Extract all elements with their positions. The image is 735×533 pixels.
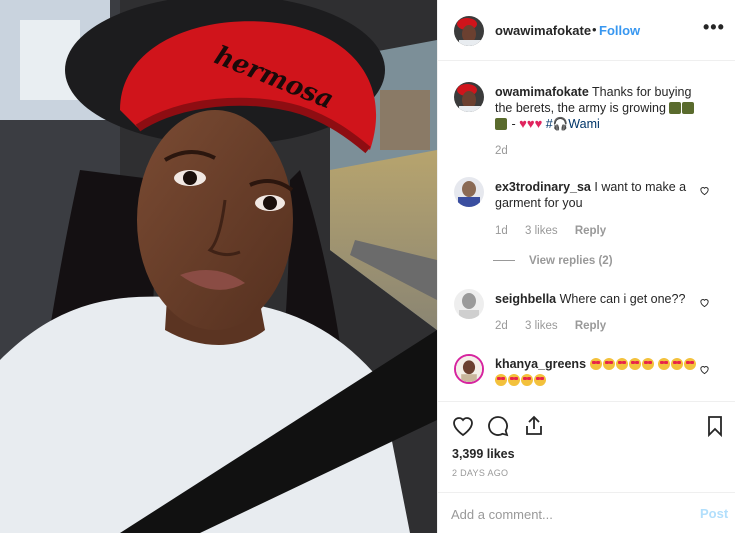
divider	[493, 260, 515, 262]
avatar-image	[456, 356, 482, 382]
post-panel: owawimafokate • Follow ••• owamimafokate…	[437, 0, 735, 533]
comment-meta: 2d 3 likes Reply	[495, 320, 620, 332]
red-heart-icon: ♥	[519, 116, 527, 131]
avatar-image	[454, 289, 484, 319]
caption-suffix: -	[511, 117, 516, 131]
reply-button[interactable]: Reply	[575, 225, 606, 237]
caption-time: 2d	[495, 145, 508, 157]
add-comment-bar: Post	[438, 492, 735, 533]
soldier-emoji-icon	[669, 102, 682, 114]
soldier-emoji-icon	[682, 102, 695, 114]
likes-count[interactable]: 3,399 likes	[452, 447, 515, 461]
share-icon[interactable]	[522, 414, 546, 438]
heart-eyes-emoji-icon	[615, 358, 628, 370]
avatar[interactable]	[454, 354, 484, 384]
heart-eyes-emoji-icon	[521, 374, 533, 386]
red-heart-icon: ♥	[534, 116, 543, 131]
add-comment-input[interactable]	[451, 504, 681, 524]
caption-meta: 2d	[495, 145, 522, 157]
like-comment-heart-icon[interactable]	[699, 297, 710, 308]
heart-eyes-emoji-icon	[534, 374, 546, 386]
reply-button[interactable]: Reply	[575, 320, 606, 332]
avatar-image	[454, 82, 484, 112]
separator-dot: •	[592, 22, 597, 37]
bookmark-icon[interactable]	[703, 414, 727, 438]
like-comment-heart-icon[interactable]	[699, 185, 710, 196]
comment-username[interactable]: seighbella	[495, 292, 556, 306]
comment-username[interactable]: ex3trodinary_sa	[495, 180, 591, 194]
caption-text: owamimafokate Thanks for buying the bere…	[495, 84, 700, 132]
caption-username[interactable]: owamimafokate	[495, 85, 589, 99]
red-heart-icon: ♥	[526, 116, 535, 131]
avatar-image	[454, 16, 484, 46]
heart-eyes-emoji-icon	[684, 358, 696, 370]
post-photo[interactable]: hermosa	[0, 0, 437, 533]
follow-button[interactable]: Follow	[599, 23, 640, 38]
heart-icon[interactable]	[451, 414, 475, 438]
comment-time: 1d	[495, 225, 508, 237]
comment-text: khanya_greens	[495, 356, 700, 388]
avatar[interactable]	[454, 82, 484, 112]
post-timestamp: 2 DAYS AGO	[452, 468, 509, 478]
post-comment-button[interactable]: Post	[700, 506, 728, 521]
heart-eyes-emoji-icon	[628, 358, 641, 370]
heart-eyes-emoji-icon	[671, 358, 683, 370]
comment-text: ex3trodinary_sa I want to make a garment…	[495, 179, 700, 211]
avatar[interactable]	[454, 289, 484, 319]
heart-eyes-emoji-icon	[658, 358, 670, 370]
hashtag-link[interactable]: #🎧Wami	[546, 117, 600, 131]
like-comment-heart-icon[interactable]	[699, 364, 710, 375]
comment-time: 2d	[495, 320, 508, 332]
post-username[interactable]: owawimafokate	[495, 23, 591, 38]
comment-text: seighbella Where can i get one??	[495, 291, 700, 307]
view-replies-label: View replies (2)	[529, 255, 613, 267]
comment-icon[interactable]	[486, 414, 510, 438]
heart-eyes-emoji-icon	[508, 374, 520, 386]
comments-list[interactable]: owamimafokate Thanks for buying the bere…	[438, 62, 735, 400]
avatar[interactable]	[454, 16, 484, 46]
comment-username[interactable]: khanya_greens	[495, 357, 586, 371]
comment-likes[interactable]: 3 likes	[525, 320, 558, 332]
view-replies-button[interactable]: View replies (2)	[493, 255, 613, 267]
post-header: owawimafokate • Follow •••	[438, 0, 735, 61]
comment-meta: 1d 3 likes Reply	[495, 225, 620, 237]
comment-likes[interactable]: 3 likes	[525, 225, 558, 237]
heart-eyes-emoji-icon	[602, 358, 615, 370]
more-options-icon[interactable]: •••	[703, 17, 725, 38]
heart-eyes-emoji-icon	[589, 358, 602, 370]
heart-eyes-emoji-icon	[495, 374, 507, 386]
avatar[interactable]	[454, 177, 484, 207]
comment-body: Where can i get one??	[559, 292, 686, 306]
soldier-emoji-icon	[495, 118, 507, 130]
avatar-image	[454, 177, 484, 207]
heart-eyes-emoji-icon	[641, 358, 654, 370]
post-actions: 3,399 likes 2 DAYS AGO	[438, 401, 735, 496]
selfie-image: hermosa	[0, 0, 437, 533]
